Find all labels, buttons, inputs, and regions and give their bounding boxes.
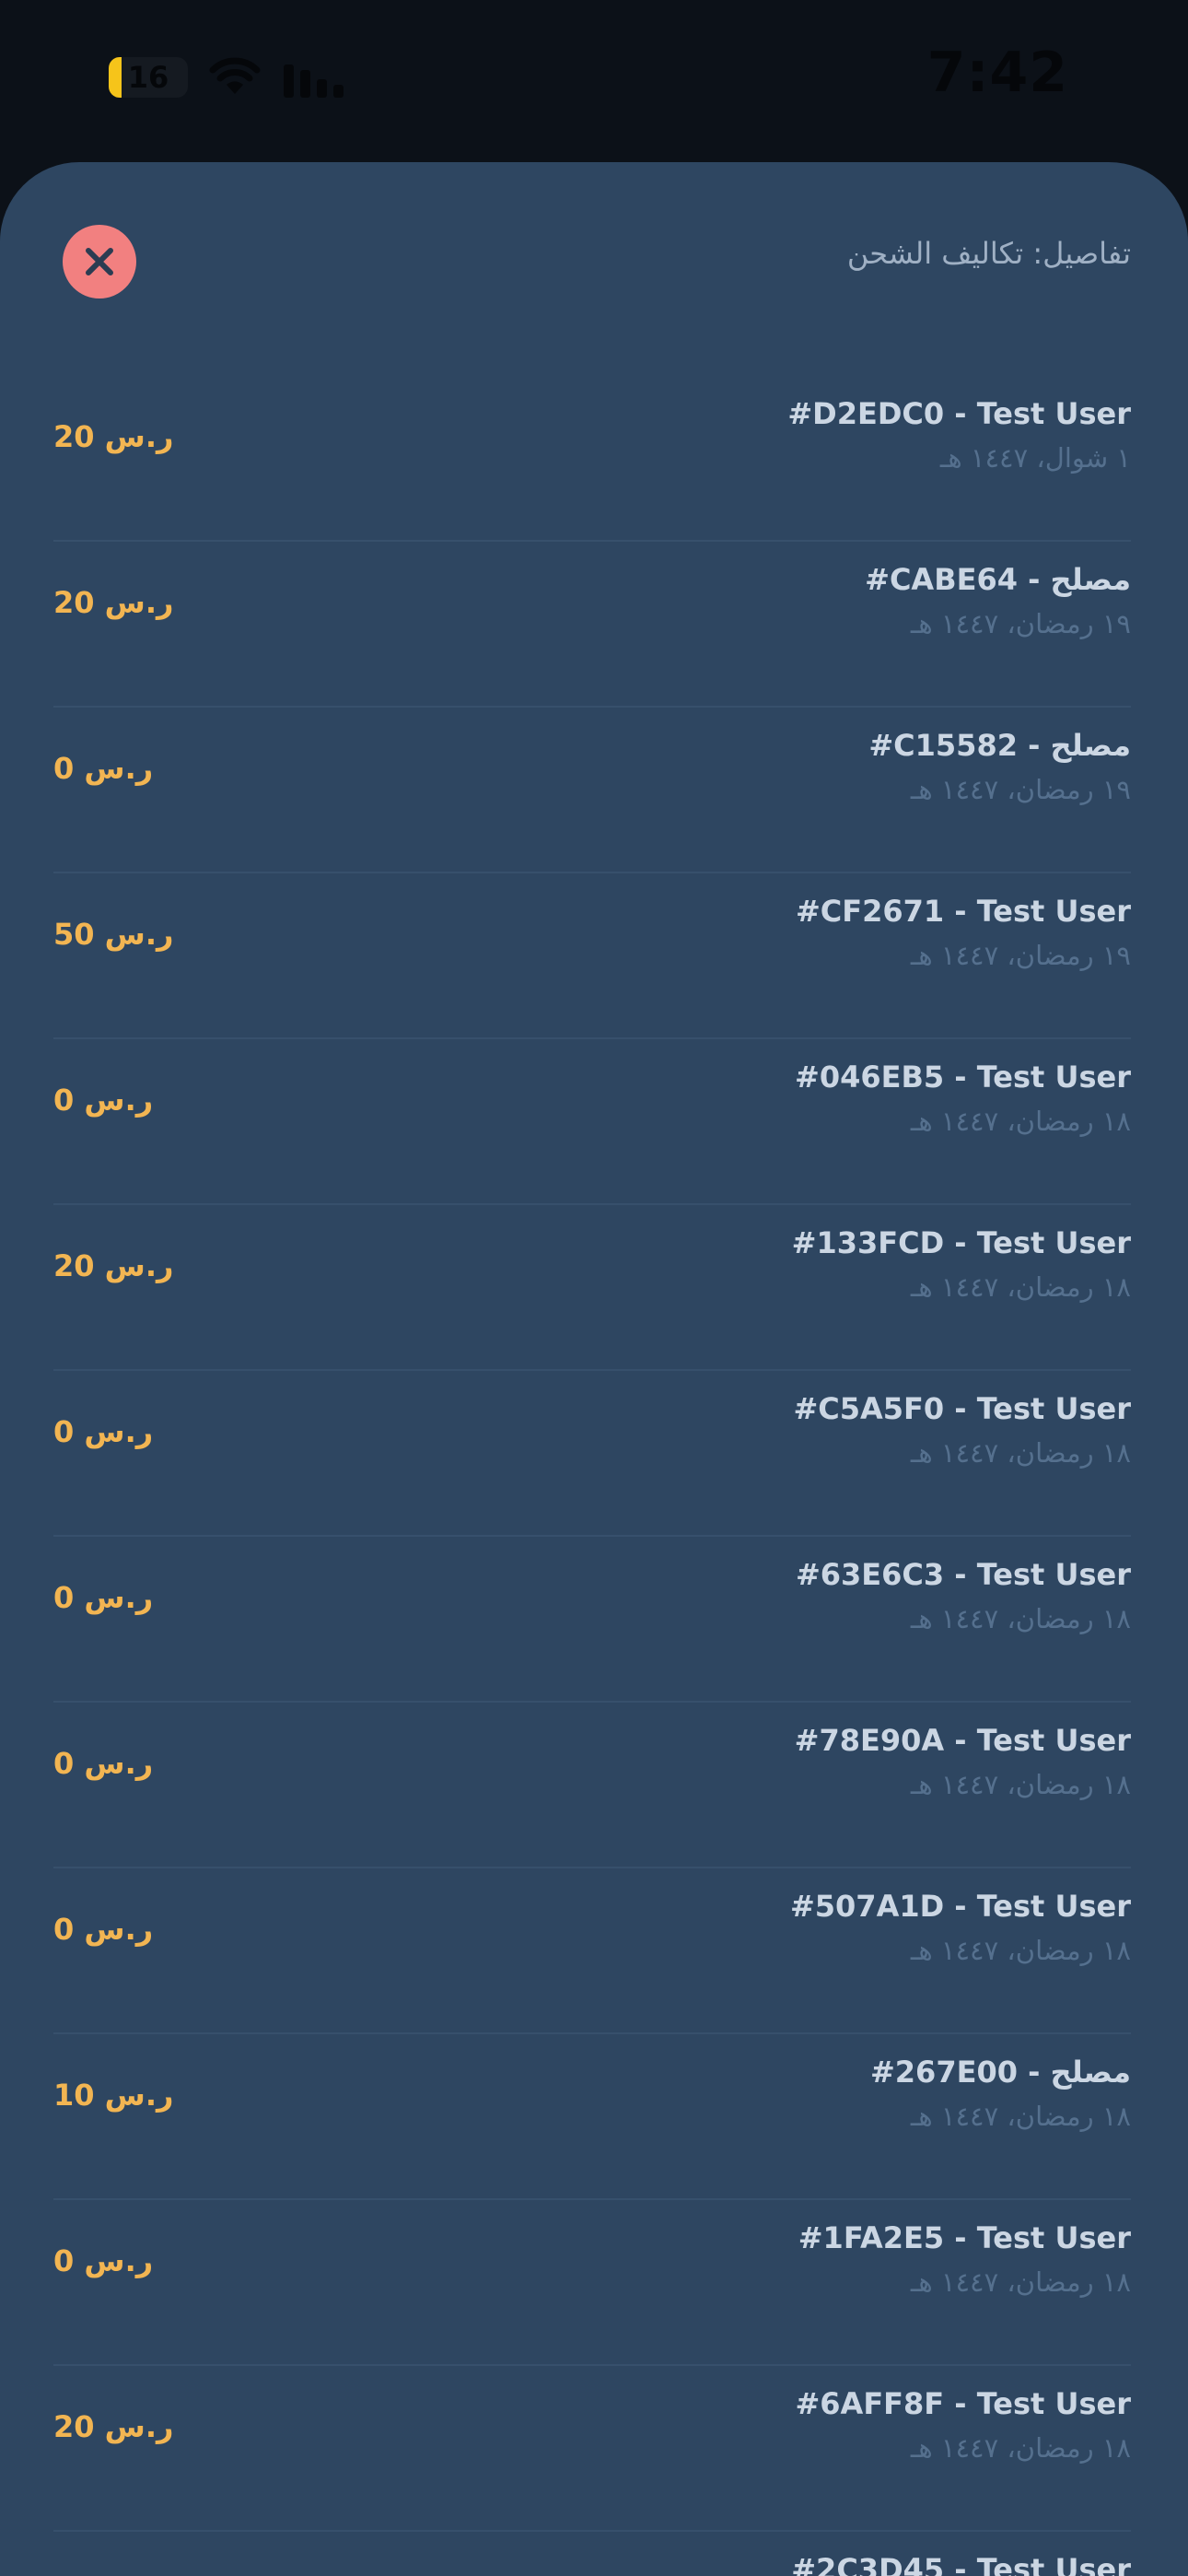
list-item[interactable]: #133FCD - Test User ١٨ رمضان، ١٤٤٧ هـ 20… (53, 1205, 1131, 1371)
item-title: #046EB5 - Test User (795, 1060, 1131, 1095)
item-amount: 50 ر.س (53, 917, 174, 952)
item-title: #133FCD - Test User (791, 1225, 1131, 1260)
item-amount: 0 ر.س (53, 2243, 154, 2278)
item-amount: 0 ر.س (53, 751, 154, 786)
item-title: #78E90A - Test User (794, 1723, 1131, 1758)
item-title: #D2EDC0 - Test User (787, 396, 1131, 431)
battery-percentage: 16 (127, 60, 169, 95)
item-amount: 0 ر.س (53, 1083, 154, 1118)
item-title: #C15582 - مصلح (868, 728, 1131, 763)
list-item[interactable]: #78E90A - Test User ١٨ رمضان، ١٤٤٧ هـ 0 … (53, 1703, 1131, 1868)
sheet-title: تفاصيل: تكاليف الشحن (846, 236, 1131, 271)
wifi-icon (209, 57, 261, 94)
list-item[interactable]: #C15582 - مصلح ١٩ رمضان، ١٤٤٧ هـ 0 ر.س (53, 708, 1131, 873)
item-date: ١٨ رمضان، ١٤٤٧ هـ (910, 1437, 1131, 1469)
item-amount: 20 ر.س (53, 585, 174, 620)
list-item[interactable]: #D2EDC0 - Test User ١ شوال، ١٤٤٧ هـ 20 ر… (53, 376, 1131, 542)
item-date: ١٨ رمضان، ١٤٤٧ هـ (910, 1935, 1131, 1966)
list-item[interactable]: #2C3D45 - Test User (53, 2532, 1131, 2576)
item-title: #63E6C3 - Test User (795, 1557, 1131, 1592)
item-amount: 10 ر.س (53, 2078, 174, 2113)
list-item[interactable]: #CF2671 - Test User ١٩ رمضان، ١٤٤٧ هـ 50… (53, 873, 1131, 1039)
item-amount: 20 ر.س (53, 419, 174, 454)
list-item[interactable]: #6AFF8F - Test User ١٨ رمضان، ١٤٤٧ هـ 20… (53, 2366, 1131, 2532)
list-item[interactable]: #046EB5 - Test User ١٨ رمضان، ١٤٤٧ هـ 0 … (53, 1039, 1131, 1205)
item-date: ١٨ رمضان، ١٤٤٧ هـ (910, 2266, 1131, 2298)
list-item[interactable]: #267E00 - مصلح ١٨ رمضان، ١٤٤٧ هـ 10 ر.س (53, 2034, 1131, 2200)
item-date: ١٨ رمضان، ١٤٤٧ هـ (910, 2101, 1131, 2132)
charge-list: #D2EDC0 - Test User ١ شوال، ١٤٤٧ هـ 20 ر… (53, 376, 1131, 2576)
list-item[interactable]: #C5A5F0 - Test User ١٨ رمضان، ١٤٤٧ هـ 0 … (53, 1371, 1131, 1537)
item-amount: 0 ر.س (53, 1912, 154, 1947)
item-date: ١٩ رمضان، ١٤٤٧ هـ (910, 608, 1131, 639)
item-amount: 0 ر.س (53, 1746, 154, 1781)
item-amount: 20 ر.س (53, 2409, 174, 2444)
status-bar: 16 7:42 (0, 0, 1188, 162)
item-title: #C5A5F0 - Test User (793, 1391, 1131, 1426)
clock: 7:42 (926, 41, 1068, 105)
item-date: ١٨ رمضان، ١٤٤٧ هـ (910, 1271, 1131, 1303)
item-amount: 20 ر.س (53, 1248, 174, 1283)
item-title: #CABE64 - مصلح (865, 562, 1131, 597)
item-title: #1FA2E5 - Test User (798, 2220, 1131, 2255)
list-item[interactable]: #63E6C3 - Test User ١٨ رمضان، ١٤٤٧ هـ 0 … (53, 1537, 1131, 1703)
item-date: ١٨ رمضان، ١٤٤٧ هـ (910, 1769, 1131, 1800)
charging-costs-sheet: تفاصيل: تكاليف الشحن #D2EDC0 - Test User… (0, 162, 1188, 2576)
signal-icon (284, 64, 344, 98)
close-button[interactable] (63, 225, 136, 299)
item-title: #267E00 - مصلح (869, 2055, 1131, 2090)
item-title: #507A1D - Test User (789, 1889, 1131, 1924)
item-date: ١٩ رمضان، ١٤٤٧ هـ (910, 774, 1131, 805)
item-date: ١٨ رمضان، ١٤٤٧ هـ (910, 2432, 1131, 2464)
item-date: ١٩ رمضان، ١٤٤٧ هـ (910, 940, 1131, 971)
list-item[interactable]: #1FA2E5 - Test User ١٨ رمضان، ١٤٤٧ هـ 0 … (53, 2200, 1131, 2366)
item-date: ١ شوال، ١٤٤٧ هـ (939, 442, 1131, 474)
item-date: ١٨ رمضان، ١٤٤٧ هـ (910, 1106, 1131, 1137)
item-title: #CF2671 - Test User (795, 894, 1131, 929)
item-amount: 0 ر.س (53, 1580, 154, 1615)
item-title: #6AFF8F - Test User (795, 2386, 1131, 2421)
item-amount: 0 ر.س (53, 1414, 154, 1449)
list-item[interactable]: #507A1D - Test User ١٨ رمضان، ١٤٤٧ هـ 0 … (53, 1868, 1131, 2034)
item-date: ١٨ رمضان، ١٤٤٧ هـ (910, 1603, 1131, 1634)
item-title: #2C3D45 - Test User (791, 2552, 1131, 2576)
close-icon (86, 248, 113, 275)
battery-icon: 16 (109, 57, 188, 98)
list-item[interactable]: #CABE64 - مصلح ١٩ رمضان، ١٤٤٧ هـ 20 ر.س (53, 542, 1131, 708)
